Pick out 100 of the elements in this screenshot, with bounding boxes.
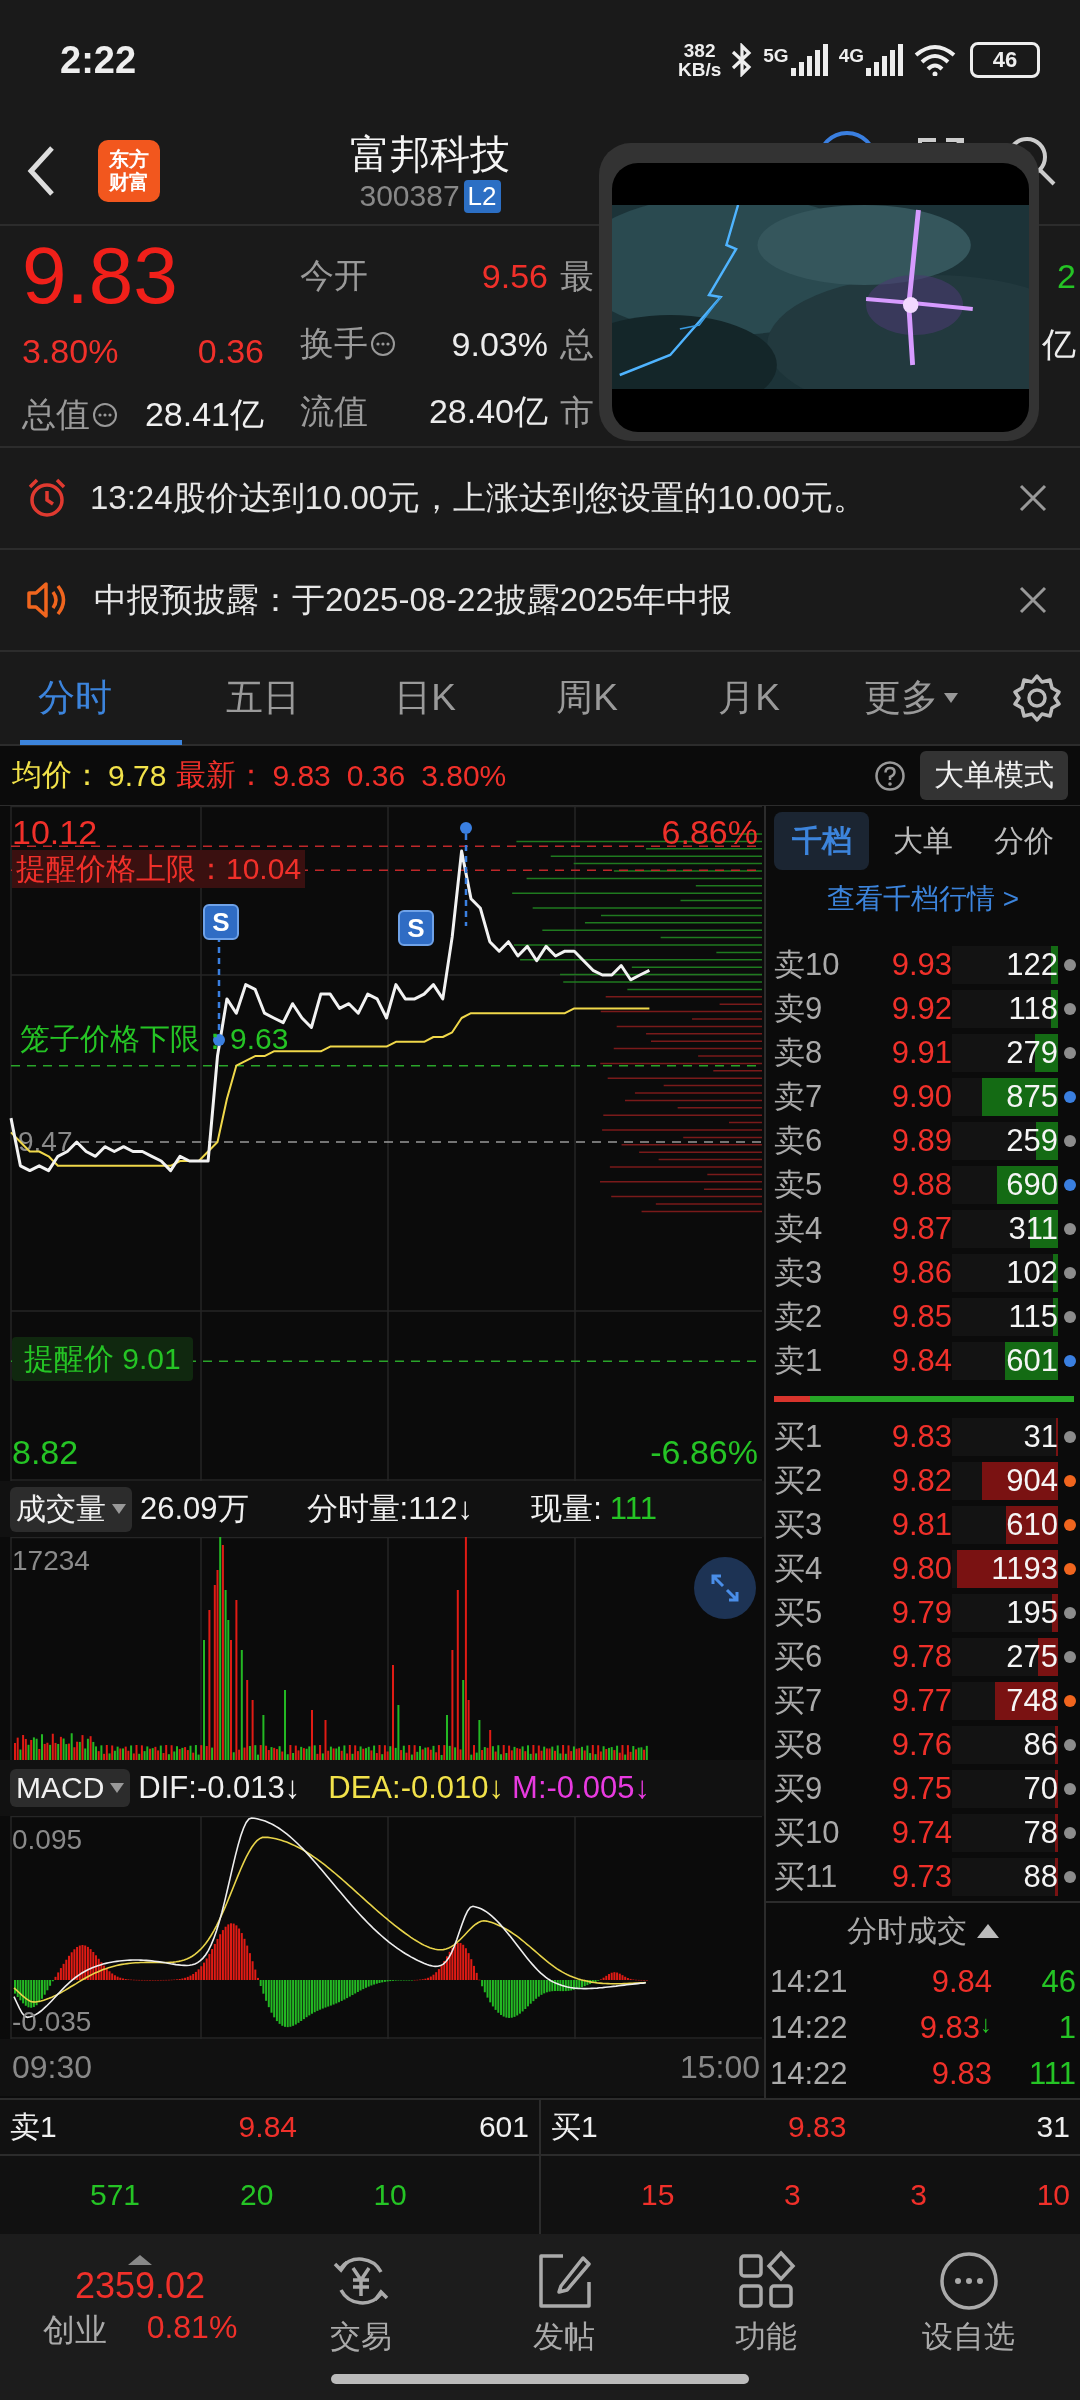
indicator-selector[interactable]: 成交量 [10, 1486, 132, 1532]
axis-top-value: 0.095 [12, 1823, 83, 1857]
chart-tab[interactable]: 日K [344, 651, 506, 745]
more-info-icon[interactable] [92, 401, 118, 428]
ask-volume: 118 [1008, 991, 1058, 1027]
ask-price: 9.88 [890, 1167, 952, 1203]
ask-price: 9.87 [890, 1211, 952, 1247]
trade-price: 9.83 [931, 2056, 992, 2092]
ask-price: 9.85 [890, 1299, 952, 1335]
index-value[interactable]: 2359.02 [74, 2265, 206, 2307]
ask-volume: 601 [1006, 1343, 1058, 1379]
bid-volume: 195 [1006, 1595, 1058, 1631]
trade-marker[interactable]: S [398, 910, 434, 946]
trades-title[interactable]: 分时成交 [847, 1910, 967, 1952]
nav-label[interactable]: 功能 [735, 2316, 798, 2358]
chart-tab[interactable]: 月K [668, 651, 830, 745]
bid-volume: 275 [1006, 1639, 1058, 1675]
latest-price-label: 最新： [176, 757, 267, 793]
ask-volume: 311 [1008, 1211, 1058, 1247]
trade-direction: ↓ [980, 2010, 992, 2039]
close-icon[interactable] [1018, 483, 1048, 513]
bid-level-label: 买2 [774, 1462, 824, 1500]
floating-video-dialog[interactable] [599, 143, 1039, 441]
caret-icon[interactable] [110, 1783, 125, 1793]
ask-price: 9.84 [890, 1343, 952, 1379]
order-book-tab[interactable]: 分价 [976, 812, 1072, 870]
trade-time: 14:22 [770, 2056, 849, 2092]
order-fill: 10 [373, 2178, 407, 2212]
level-badge: L2 [463, 179, 501, 213]
index-name[interactable]: 创业 [42, 2309, 107, 2353]
order-fill: 15 [641, 2178, 675, 2212]
bid-volume: 31 [1036, 2110, 1070, 2144]
signal-icon [790, 44, 831, 76]
change-amount: 0.36 [197, 332, 264, 372]
trade-volume: 46 [1041, 1964, 1076, 2000]
minute-volume: 分时量:112↓ [306, 1490, 474, 1528]
bid-level-label: 买9 [774, 1770, 824, 1808]
ask-volume: 122 [1006, 947, 1058, 983]
cage-lower-value: 9.63 [230, 1021, 289, 1057]
network-type: 4G [838, 45, 864, 67]
stat-value: 9.03% [451, 324, 548, 364]
ask-price: 9.90 [890, 1079, 952, 1115]
trade-marker[interactable]: S [203, 904, 239, 940]
ask-volume: 690 [1006, 1167, 1058, 1203]
bid-level-label: 买7 [774, 1682, 824, 1720]
trade-time: 14:22 [770, 2010, 849, 2046]
signal-icon [866, 44, 906, 76]
price-axis-label: 10.12 [12, 812, 98, 852]
caret-icon[interactable] [977, 1924, 999, 1938]
nav-label[interactable]: 发帖 [532, 2316, 595, 2358]
caret-icon[interactable] [944, 693, 958, 703]
latest-price: 9.83 [272, 758, 331, 793]
trade-volume: 1 [1058, 2010, 1076, 2046]
settings-icon[interactable] [1012, 673, 1062, 723]
ask-volume: 259 [1006, 1123, 1058, 1159]
network-speed-unit: KB/s [678, 60, 722, 79]
indicator-selector[interactable]: MACD [10, 1769, 131, 1807]
ask-volume: 279 [1006, 1035, 1058, 1071]
ask-level-label: 卖8 [774, 1034, 824, 1072]
bid-volume: 70 [1023, 1771, 1058, 1807]
stat-label: 流值 [300, 391, 368, 432]
order-book-tab[interactable]: 大单 [875, 812, 971, 870]
last-price: 9.83 [22, 238, 179, 321]
caret-icon[interactable] [128, 2255, 152, 2265]
ask-level-label: 卖9 [774, 990, 824, 1028]
axis-low-percent: -6.86% [650, 1432, 758, 1472]
ask-price: 9.91 [890, 1035, 952, 1071]
help-icon[interactable] [874, 759, 906, 792]
bid-level-label: 买8 [774, 1726, 824, 1764]
alert-message: 中报预披露：于2025-08-22披露2025年中报 [94, 579, 734, 620]
change-percent: 3.80% [22, 332, 119, 372]
back-icon[interactable] [26, 145, 56, 197]
expand-icon[interactable] [694, 1557, 756, 1619]
order-book-tab[interactable]: 千档 [774, 812, 870, 870]
bid-level-label: 买1 [774, 1418, 824, 1456]
bid-level-label: 买1 [551, 2108, 598, 2145]
full-depth-link[interactable]: 查看千档行情 > [766, 876, 1080, 921]
stock-name: 富邦科技 [350, 131, 510, 178]
close-icon[interactable] [1018, 585, 1048, 615]
ask-level-label: 卖6 [774, 1122, 824, 1160]
network-speed: 382 [683, 41, 716, 60]
caret-icon[interactable] [112, 1504, 126, 1514]
bid-price: 9.78 [890, 1639, 952, 1675]
nav-label[interactable]: 设自选 [922, 2316, 1016, 2358]
axis-bottom-value: -0.035 [12, 2005, 92, 2039]
chart-tab[interactable]: 周K [506, 651, 668, 745]
chart-tab[interactable]: 更多 [830, 651, 992, 745]
more-info-icon[interactable] [370, 331, 396, 357]
bid-price: 9.82 [890, 1463, 952, 1499]
stock-code: 300387 [359, 179, 460, 213]
more-icon[interactable] [937, 2250, 1000, 2312]
big-order-mode-button[interactable]: 大单模式 [920, 751, 1068, 800]
bid-volume: 31 [1023, 1419, 1058, 1455]
index-change[interactable]: 0.81% [146, 2309, 238, 2353]
ask-price: 9.89 [890, 1123, 952, 1159]
ask-price: 9.84 [238, 2110, 297, 2144]
bid-price: 9.83 [787, 2110, 847, 2144]
chart-tab[interactable]: 五日 [182, 651, 344, 745]
nav-label[interactable]: 交易 [330, 2316, 393, 2358]
stat-value: 9.56 [481, 256, 548, 296]
